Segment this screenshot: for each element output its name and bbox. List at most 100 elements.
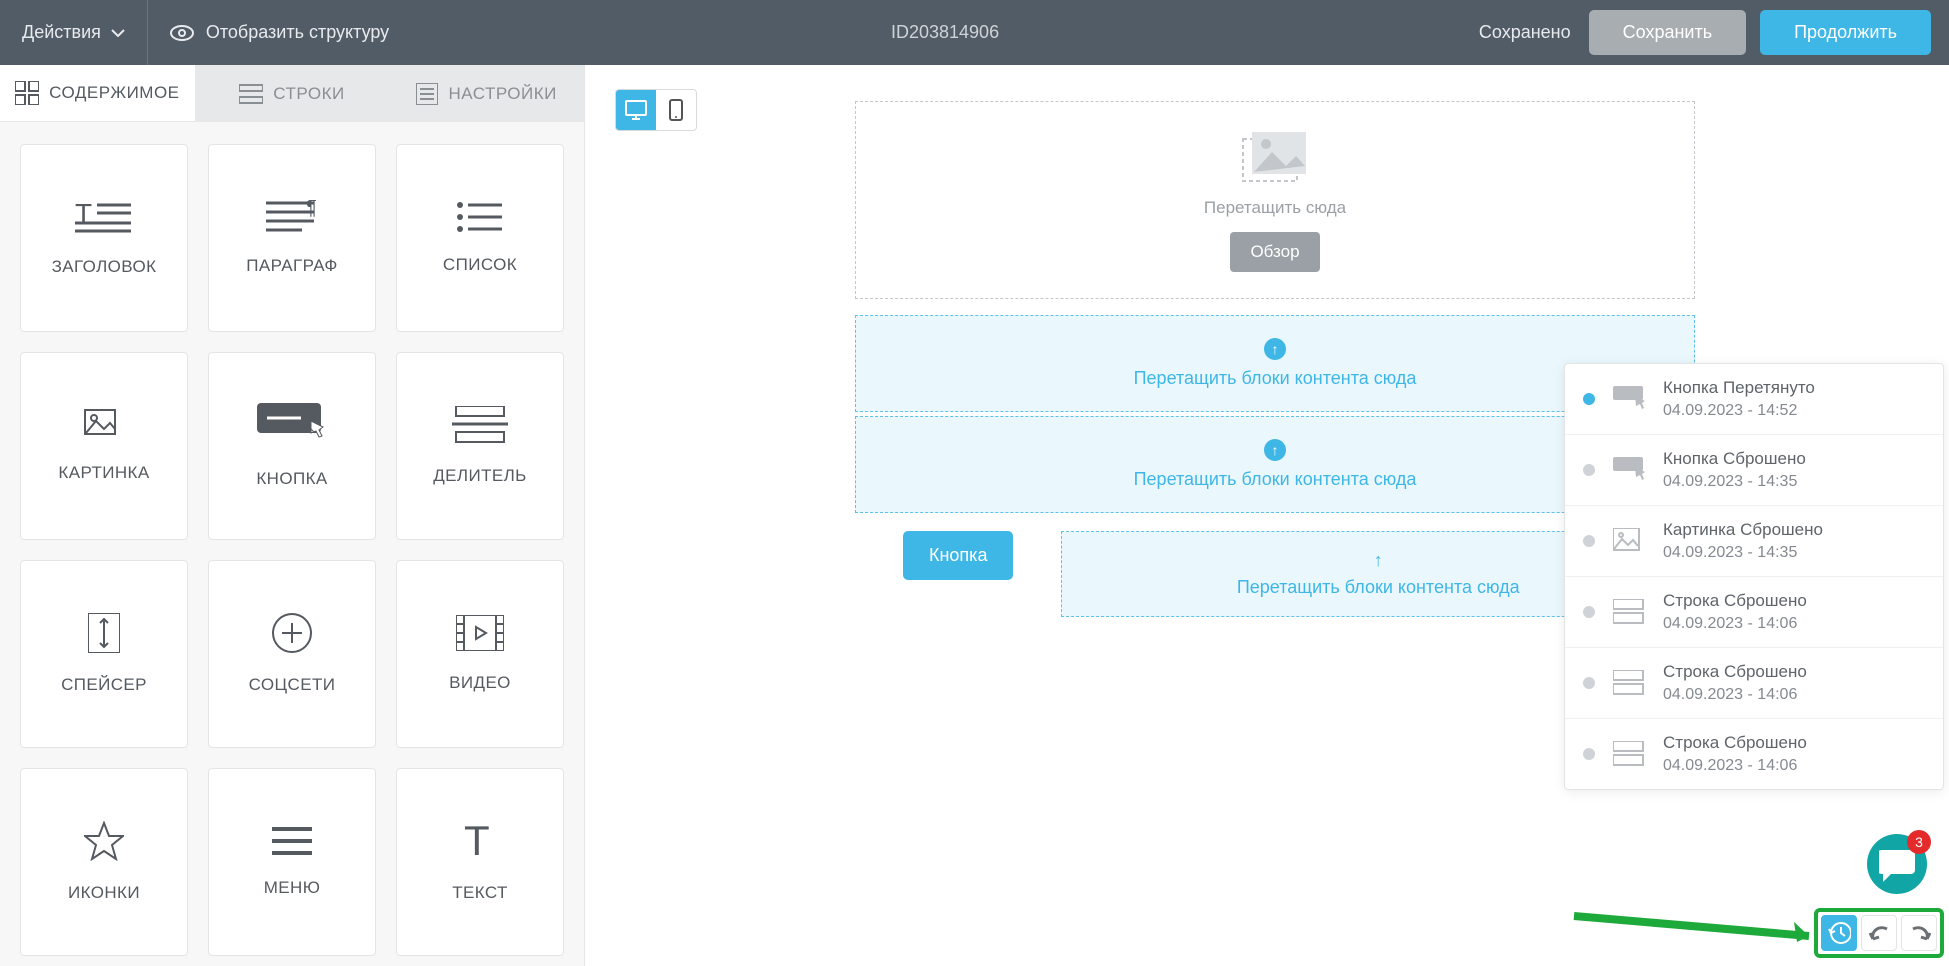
history-item[interactable]: Строка Сброшено 04.09.2023 - 14:06	[1565, 648, 1943, 719]
block-spacer[interactable]: СПЕЙСЕР	[20, 560, 188, 748]
history-controls	[1814, 908, 1944, 958]
show-structure-label: Отобразить структуру	[206, 22, 389, 43]
history-dot	[1583, 748, 1595, 760]
button-element[interactable]: Кнопка	[903, 531, 1013, 580]
block-video[interactable]: ВИДЕО	[396, 560, 564, 748]
history-item-icon	[1613, 670, 1645, 696]
menu-icon	[272, 826, 312, 856]
continue-button[interactable]: Продолжить	[1760, 10, 1931, 55]
history-item[interactable]: Строка Сброшено 04.09.2023 - 14:06	[1565, 719, 1943, 789]
block-label: ПАРАГРАФ	[246, 256, 337, 276]
block-label: ТЕКСТ	[452, 883, 508, 903]
arrow-up-icon: ↑	[1264, 439, 1286, 461]
block-divider[interactable]: ДЕЛИТЕЛЬ	[396, 352, 564, 540]
block-label: ДЕЛИТЕЛЬ	[433, 466, 526, 486]
browse-button[interactable]: Обзор	[1230, 232, 1319, 272]
history-item[interactable]: Строка Сброшено 04.09.2023 - 14:06	[1565, 577, 1943, 648]
undo-button[interactable]	[1861, 915, 1897, 951]
history-dot	[1583, 464, 1595, 476]
block-paragraph[interactable]: ПАРАГРАФ	[208, 144, 376, 332]
tab-content[interactable]: СОДЕРЖИМОЕ	[0, 65, 195, 122]
image-dropzone[interactable]: Перетащить сюда Обзор	[855, 101, 1695, 299]
history-item-icon	[1613, 528, 1645, 554]
video-icon	[456, 615, 504, 651]
heading-icon	[75, 199, 133, 235]
image-icon	[84, 409, 124, 441]
image-drop-hint: Перетащить сюда	[1204, 198, 1346, 218]
redo-button[interactable]	[1901, 915, 1937, 951]
history-item-title: Строка Сброшено	[1663, 733, 1807, 753]
chat-badge: 3	[1907, 830, 1931, 854]
block-text[interactable]: ТЕКСТ	[396, 768, 564, 956]
block-label: ИКОНКИ	[68, 883, 140, 903]
arrow-up-icon: ↑	[1374, 550, 1383, 571]
arrow-up-icon: ↑	[1264, 338, 1286, 360]
settings-icon	[416, 83, 438, 105]
history-dot	[1583, 677, 1595, 689]
content-drop-hint: Перетащить блоки контента сюда	[1134, 469, 1417, 490]
history-item[interactable]: Картинка Сброшено 04.09.2023 - 14:35	[1565, 506, 1943, 577]
topbar: Действия Отобразить структуру ID20381490…	[0, 0, 1949, 65]
block-label: СОЦСЕТИ	[249, 675, 336, 695]
paragraph-icon	[266, 200, 318, 234]
block-label: СПЕЙСЕР	[61, 675, 147, 695]
tab-settings-label: НАСТРОЙКИ	[448, 84, 556, 104]
annotation-arrow	[1569, 906, 1829, 946]
history-dot	[1583, 535, 1595, 547]
text-icon	[464, 821, 496, 861]
history-item-icon	[1613, 599, 1645, 625]
block-label: КАРТИНКА	[58, 463, 149, 483]
block-button[interactable]: КНОПКА	[208, 352, 376, 540]
redo-icon	[1907, 921, 1931, 945]
history-item-title: Картинка Сброшено	[1663, 520, 1823, 540]
document-id: ID203814906	[411, 22, 1479, 43]
tab-settings[interactable]: НАСТРОЙКИ	[389, 65, 584, 122]
block-label: ВИДЕО	[449, 673, 511, 693]
content-drop-hint: Перетащить блоки контента сюда	[1237, 577, 1520, 598]
history-item-icon	[1613, 457, 1645, 483]
list-icon	[456, 201, 504, 233]
actions-label: Действия	[22, 22, 101, 43]
history-item-icon	[1613, 741, 1645, 767]
history-item-time: 04.09.2023 - 14:35	[1663, 473, 1806, 491]
history-toggle-button[interactable]	[1821, 915, 1857, 951]
desktop-icon	[625, 100, 647, 120]
grid-icon	[15, 81, 39, 105]
rows-icon	[239, 83, 263, 105]
block-label: КНОПКА	[256, 469, 327, 489]
blocks-grid: ЗАГОЛОВОК ПАРАГРАФ СПИСОК КАРТИНКА КНОПК…	[20, 144, 564, 956]
social-icon	[272, 613, 312, 653]
block-icons[interactable]: ИКОНКИ	[20, 768, 188, 956]
actions-dropdown[interactable]: Действия	[0, 0, 148, 65]
save-button[interactable]: Сохранить	[1589, 10, 1746, 55]
history-panel: Кнопка Перетянуто 04.09.2023 - 14:52 Кно…	[1564, 363, 1944, 790]
history-item[interactable]: Кнопка Перетянуто 04.09.2023 - 14:52	[1565, 364, 1943, 435]
history-icon	[1827, 921, 1851, 945]
mobile-icon	[666, 99, 686, 121]
history-item[interactable]: Кнопка Сброшено 04.09.2023 - 14:35	[1565, 435, 1943, 506]
block-label: СПИСОК	[443, 255, 517, 275]
sidebar: СОДЕРЖИМОЕ СТРОКИ НАСТРОЙКИ ЗАГОЛОВОК ПА…	[0, 65, 585, 966]
block-image[interactable]: КАРТИНКА	[20, 352, 188, 540]
spacer-icon	[88, 613, 120, 653]
image-placeholder-icon	[1242, 132, 1308, 184]
history-item-time: 04.09.2023 - 14:06	[1663, 615, 1807, 633]
history-item-title: Строка Сброшено	[1663, 662, 1807, 682]
history-item-time: 04.09.2023 - 14:06	[1663, 757, 1807, 775]
tab-rows-label: СТРОКИ	[273, 84, 344, 104]
block-social[interactable]: СОЦСЕТИ	[208, 560, 376, 748]
device-switch	[615, 89, 697, 131]
block-menu[interactable]: МЕНЮ	[208, 768, 376, 956]
canvas: Перетащить сюда Обзор ↑ Перетащить блоки…	[585, 65, 1949, 966]
block-heading[interactable]: ЗАГОЛОВОК	[20, 144, 188, 332]
device-desktop[interactable]	[616, 90, 656, 130]
tab-content-label: СОДЕРЖИМОЕ	[49, 83, 179, 103]
device-mobile[interactable]	[656, 90, 696, 130]
tab-rows[interactable]: СТРОКИ	[195, 65, 390, 122]
history-item-time: 04.09.2023 - 14:52	[1663, 402, 1815, 420]
block-list[interactable]: СПИСОК	[396, 144, 564, 332]
show-structure-toggle[interactable]: Отобразить структуру	[148, 0, 411, 65]
history-item-icon	[1613, 386, 1645, 412]
chat-button[interactable]: 3	[1867, 834, 1927, 894]
history-dot	[1583, 393, 1595, 405]
